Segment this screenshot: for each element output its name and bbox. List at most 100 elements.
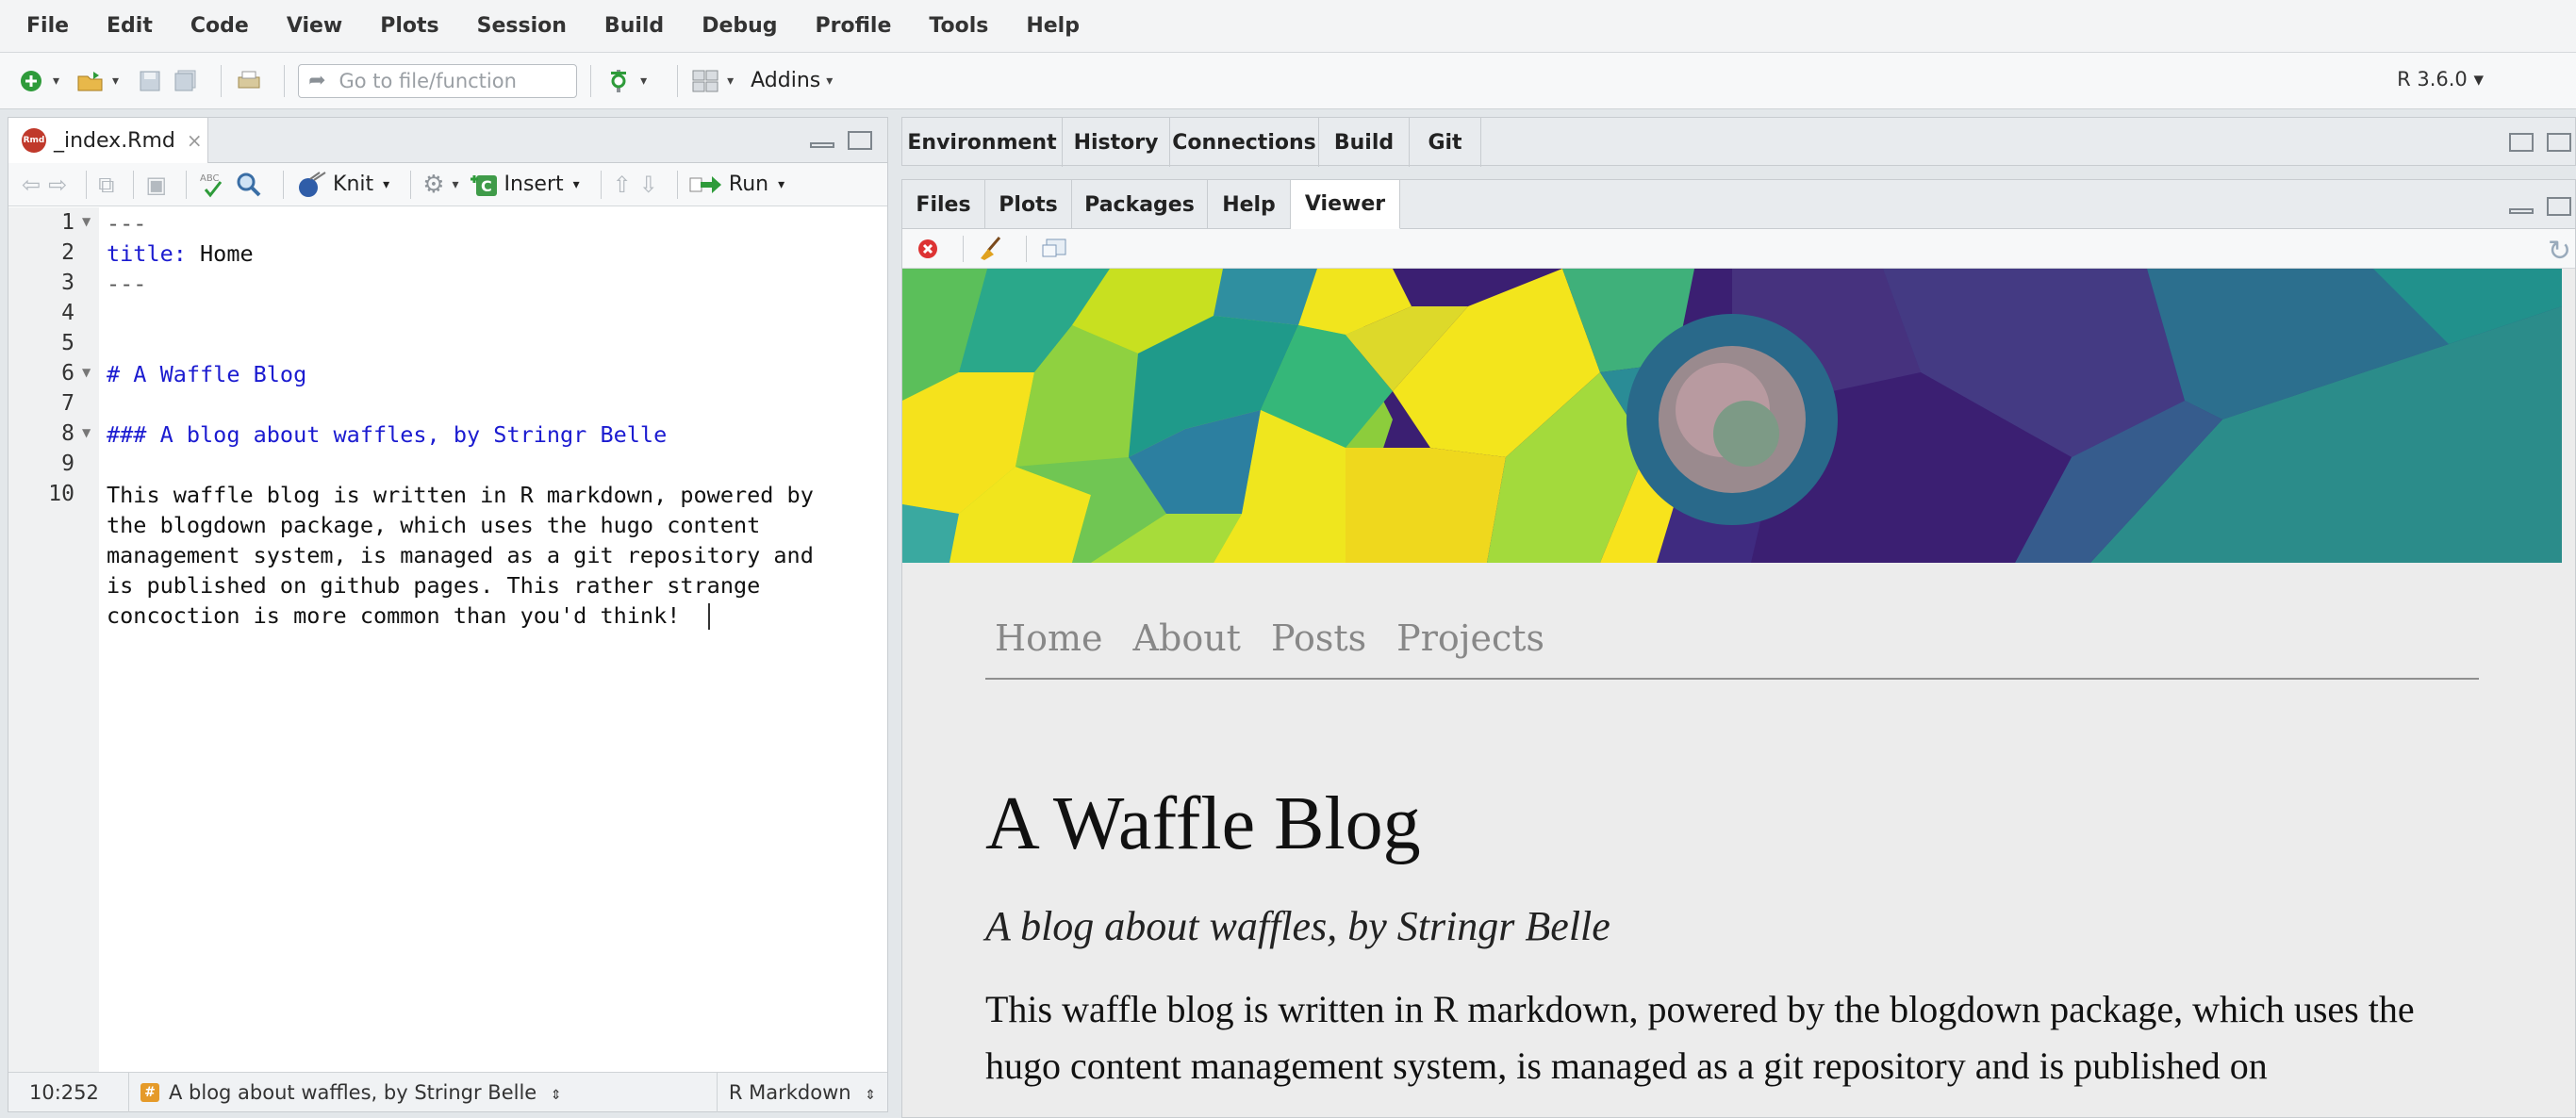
new-file-icon[interactable] (17, 67, 45, 95)
settings-gear-icon[interactable]: ⚙ ▾ (422, 171, 458, 199)
insert-label: Insert (504, 173, 564, 196)
insert-chunk-button[interactable]: C Insert ▾ (469, 172, 580, 198)
stop-icon[interactable] (914, 235, 942, 263)
tab-connections[interactable]: Connections (1170, 118, 1319, 167)
clear-viewer-broom-icon[interactable] (977, 235, 1005, 263)
show-in-window-icon[interactable]: ⧉ (98, 172, 114, 198)
file-type-label: R Markdown (728, 1081, 851, 1104)
spellcheck-icon[interactable]: ABC (198, 171, 226, 199)
run-button[interactable]: Run ▾ (689, 173, 784, 196)
toolbar-separator (600, 170, 602, 199)
menu-plots[interactable]: Plots (380, 14, 438, 38)
previous-chunk-icon[interactable]: ⇧ (613, 172, 632, 198)
addins-button[interactable]: Addins (751, 69, 820, 92)
menu-edit[interactable]: Edit (107, 14, 153, 38)
save-icon[interactable] (136, 67, 164, 95)
goto-file-input[interactable]: ➦ Go to file/function (298, 63, 578, 98)
tab-help[interactable]: Help (1208, 180, 1291, 229)
tab-viewer[interactable]: Viewer (1291, 180, 1400, 229)
next-chunk-icon[interactable]: ⇩ (639, 172, 658, 198)
line-number: 5 (61, 331, 74, 355)
viewer-window-controls (2509, 197, 2571, 216)
line-number: 6 (61, 361, 74, 386)
restore-pane-icon[interactable] (2509, 133, 2534, 152)
menu-file[interactable]: File (26, 14, 69, 38)
maximize-pane-icon[interactable] (2547, 133, 2571, 152)
site-subtitle: A blog about waffles, by Stringr Belle (985, 903, 1610, 949)
addins-caret-icon[interactable]: ▾ (826, 74, 833, 89)
refresh-icon[interactable]: ↻ (2548, 235, 2571, 268)
knit-button[interactable]: Knit ▾ (295, 171, 389, 199)
vcs-caret-icon[interactable]: ▾ (640, 74, 647, 89)
open-file-caret-icon[interactable]: ▾ (112, 74, 119, 89)
menu-view[interactable]: View (287, 14, 342, 38)
menu-debug[interactable]: Debug (702, 14, 777, 38)
tab-git[interactable]: Git (1410, 118, 1481, 167)
back-arrow-icon[interactable]: ⇦ (22, 172, 41, 198)
tab-index-rmd[interactable]: Rmd _index.Rmd × (8, 118, 208, 163)
close-tab-icon[interactable]: × (187, 129, 203, 152)
open-file-icon[interactable] (76, 67, 105, 95)
vcs-icon[interactable] (604, 67, 633, 95)
minimize-pane-icon[interactable] (2509, 208, 2534, 214)
insert-caret-icon[interactable]: ▾ (573, 177, 580, 192)
yaml-key: title: (107, 240, 187, 267)
site-nav-posts-link[interactable]: Posts (1271, 617, 1366, 659)
knit-caret-icon[interactable]: ▾ (383, 177, 389, 192)
run-arrow-icon (689, 175, 721, 193)
file-type-updown-icon: ⇕ (865, 1088, 876, 1103)
menu-session[interactable]: Session (477, 14, 567, 38)
tab-files[interactable]: Files (902, 180, 985, 229)
run-caret-icon[interactable]: ▾ (778, 177, 784, 192)
maximize-pane-icon[interactable] (848, 131, 872, 150)
forward-arrow-icon[interactable]: ⇨ (48, 172, 67, 198)
toolbar-separator (1026, 235, 1027, 262)
section-navigator[interactable]: A blog about waffles, by Stringr Belle ⇕ (169, 1081, 562, 1104)
tab-packages[interactable]: Packages (1072, 180, 1208, 229)
line-number: 8 (61, 421, 74, 446)
tab-history[interactable]: History (1063, 118, 1170, 167)
find-replace-icon[interactable] (236, 172, 262, 198)
nav-divider (985, 678, 2479, 680)
line-number: 3 (61, 271, 74, 295)
file-type-menu[interactable]: R Markdown ⇕ (716, 1073, 887, 1112)
new-file-caret-icon[interactable]: ▾ (53, 74, 59, 89)
environment-pane: Environment History Connections Build Gi… (901, 117, 2576, 167)
menu-profile[interactable]: Profile (816, 14, 892, 38)
site-nav-about-link[interactable]: About (1133, 617, 1241, 659)
toolbar-separator (133, 170, 135, 199)
show-in-window-icon[interactable] (1040, 235, 1068, 263)
menu-code[interactable]: Code (190, 14, 249, 38)
fold-arrow-icon[interactable]: ▼ (82, 215, 91, 228)
menu-help[interactable]: Help (1026, 14, 1080, 38)
save-doc-icon[interactable]: ▣ (145, 172, 167, 198)
line-number: 2 (61, 240, 74, 265)
r-version-label: R 3.6.0 (2397, 68, 2468, 90)
site-nav-projects-link[interactable]: Projects (1396, 617, 1544, 659)
menu-tools[interactable]: Tools (929, 14, 988, 38)
tab-plots[interactable]: Plots (985, 180, 1072, 229)
print-icon[interactable] (235, 67, 263, 95)
code-editor[interactable]: 1 ▼ 2 3 4 5 6 ▼ 7 8 ▼ 9 10 --- title: Ho… (8, 207, 887, 1073)
pane-layout-caret-icon[interactable]: ▾ (727, 74, 734, 89)
menu-build[interactable]: Build (604, 14, 664, 38)
tab-build[interactable]: Build (1319, 118, 1410, 167)
fold-arrow-icon[interactable]: ▼ (82, 426, 91, 439)
tab-environment[interactable]: Environment (902, 118, 1063, 167)
source-tabbar: Rmd _index.Rmd × (8, 118, 887, 163)
minimize-pane-icon[interactable] (810, 142, 834, 148)
viewer-content: Home About Posts Projects A Waffle Blog … (902, 269, 2575, 1117)
save-all-icon[interactable] (172, 67, 200, 95)
toolbar-separator (676, 170, 678, 199)
viewer-toolbar: ↻ (902, 229, 2575, 269)
r-version-menu[interactable]: R 3.6.0 ▾ (2397, 68, 2484, 90)
site-nav-home-link[interactable]: Home (995, 617, 1103, 659)
code-line: ### A blog about waffles, by Stringr Bel… (107, 421, 668, 448)
insert-chunk-icon: C (470, 174, 497, 196)
toolbar-separator (283, 170, 285, 199)
fold-arrow-icon[interactable]: ▼ (82, 366, 91, 379)
maximize-pane-icon[interactable] (2547, 197, 2571, 216)
pane-layout-icon[interactable] (691, 67, 719, 95)
editor-statusbar: 10:252 # A blog about waffles, by String… (8, 1072, 887, 1112)
main-toolbar: ▾ ▾ ➦ Go to file/function ▾ ▾ Addins ▾ R… (0, 53, 2576, 109)
